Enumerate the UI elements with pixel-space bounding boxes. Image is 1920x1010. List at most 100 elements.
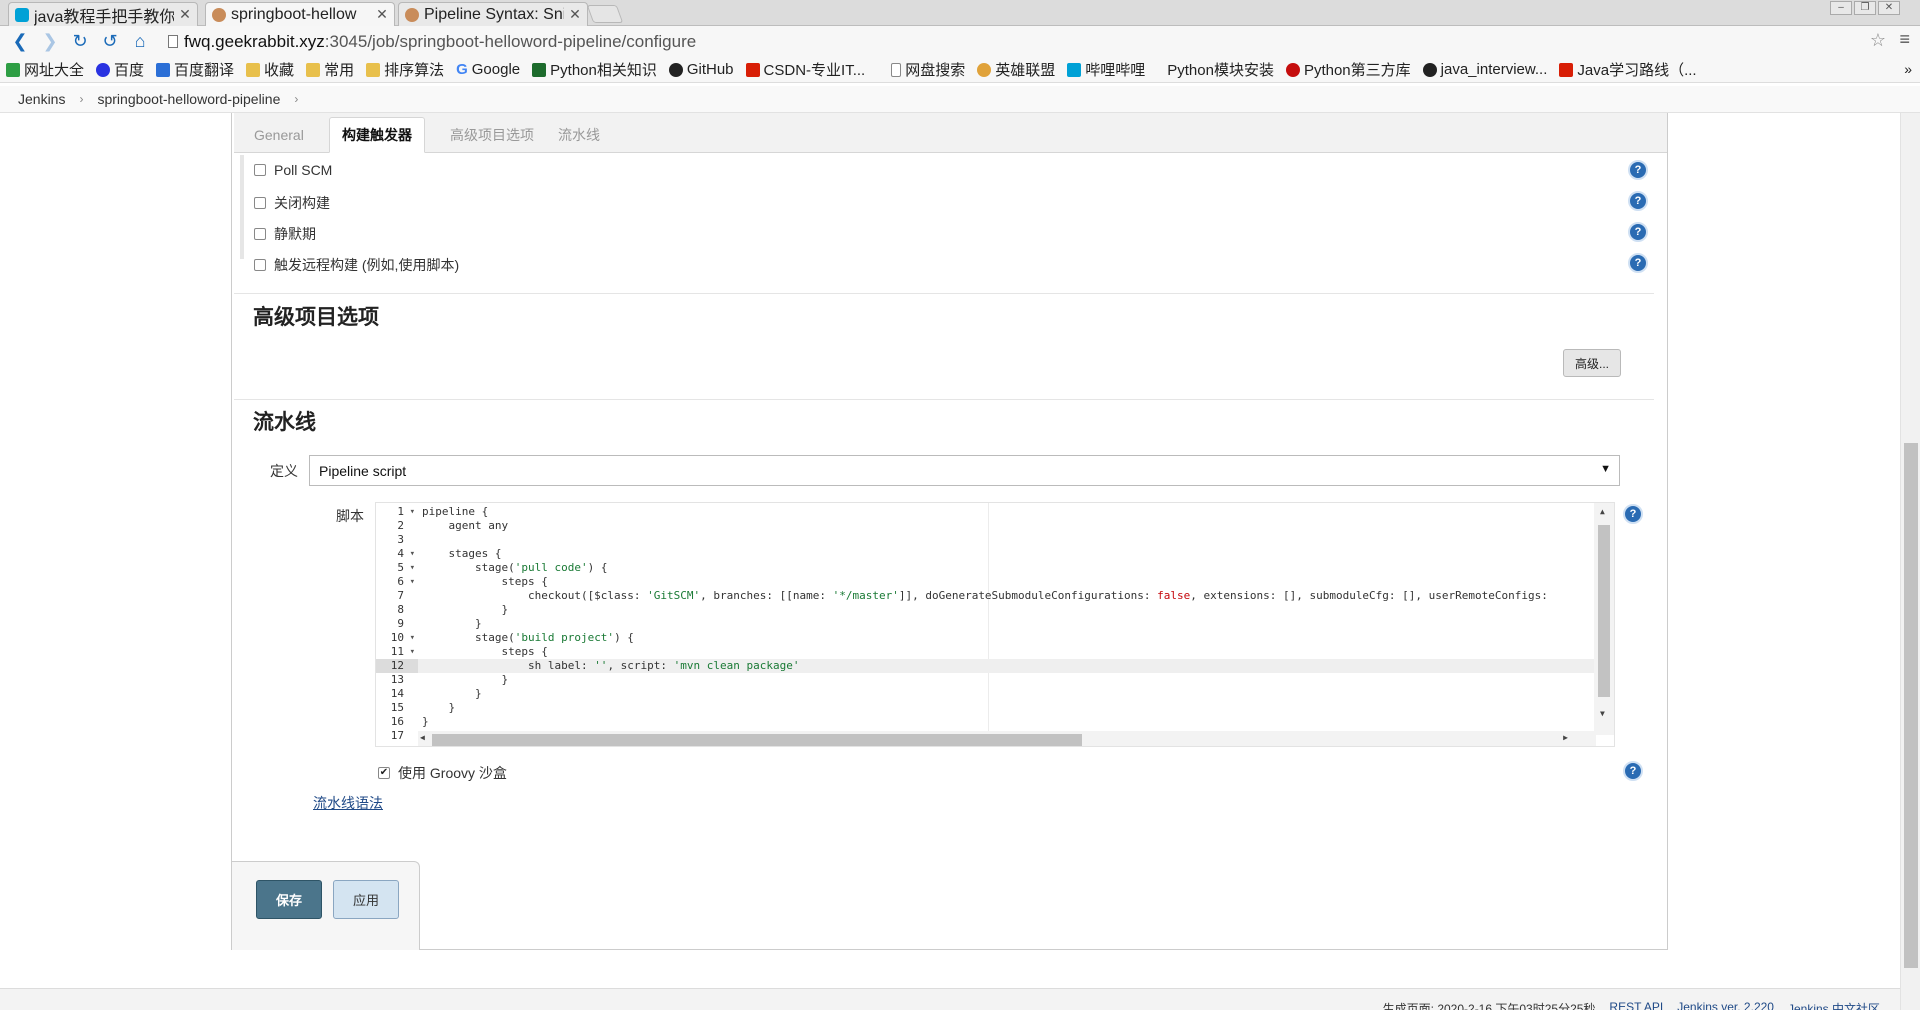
community-link[interactable]: Jenkins 中文社区 <box>1788 1000 1880 1010</box>
tab-build-triggers[interactable]: 构建触发器 <box>329 117 425 153</box>
disable-build-checkbox[interactable] <box>254 197 266 209</box>
page-scrollbar[interactable] <box>1900 113 1920 1010</box>
line-number: 10 <box>376 631 418 645</box>
bookmark-item[interactable]: 网址大全 <box>6 59 84 80</box>
close-tab-icon[interactable]: ✕ <box>569 6 581 23</box>
line-number: 7 <box>397 589 404 602</box>
help-icon[interactable]: ? <box>1628 160 1648 180</box>
bookmark-label: Python模块安装 <box>1167 62 1274 79</box>
scroll-down-arrow-icon[interactable]: ▼ <box>1600 709 1605 718</box>
code-line: } <box>422 687 482 701</box>
help-icon[interactable]: ? <box>1623 761 1643 781</box>
tab-general[interactable]: General <box>242 117 316 153</box>
quiet-period-checkbox[interactable] <box>254 228 266 240</box>
browser-tab-pipeline-syntax[interactable]: Pipeline Syntax: Sni ✕ <box>398 2 588 26</box>
script-editor[interactable]: 1234567891011121314151617 pipeline { age… <box>375 502 1615 747</box>
bookmark-folder[interactable]: 收藏 <box>246 59 294 80</box>
advanced-button[interactable]: 高级... <box>1563 349 1622 377</box>
bookmark-item[interactable]: 哔哩哔哩 <box>1067 59 1145 80</box>
restore-icon[interactable]: ❐ <box>1854 1 1876 15</box>
scroll-left-arrow-icon[interactable]: ◀ <box>420 733 425 742</box>
folder-icon <box>366 62 381 77</box>
help-icon[interactable]: ? <box>1623 504 1643 524</box>
section-divider <box>234 293 1654 294</box>
rest-api-link[interactable]: REST API <box>1609 1000 1663 1010</box>
bookmark-item[interactable]: Python模块安装 <box>1167 59 1274 80</box>
help-icon[interactable]: ? <box>1628 222 1648 242</box>
definition-select[interactable]: Pipeline script ▼ <box>309 455 1620 486</box>
scroll-up-arrow-icon[interactable]: ▲ <box>1600 507 1605 516</box>
close-tab-icon[interactable]: ✕ <box>376 6 388 23</box>
url-field[interactable]: fwq.geekrabbit.xyz:3045/job/springboot-h… <box>168 32 696 52</box>
bookmark-item[interactable]: java_interview... <box>1422 61 1547 78</box>
code-token: } <box>422 701 456 714</box>
close-tab-icon[interactable]: ✕ <box>179 6 191 23</box>
code-token: 'mvn clean package' <box>673 659 800 672</box>
tab-pipeline[interactable]: 流水线 <box>546 117 612 153</box>
page-scroll-thumb[interactable] <box>1904 443 1918 968</box>
code-token: 'pull code' <box>514 561 588 574</box>
url-path: :3045/job/springboot-helloword-pipeline/… <box>324 31 697 51</box>
groovy-sandbox-checkbox[interactable] <box>378 767 390 779</box>
scroll-thumb[interactable] <box>432 734 1082 746</box>
bookmark-label: CSDN-专业IT... <box>763 62 866 79</box>
bookmark-item[interactable]: 百度 <box>96 59 144 80</box>
bookmark-item[interactable]: Python第三方库 <box>1285 59 1411 80</box>
code-token: } <box>422 687 482 700</box>
bookmark-item[interactable]: 英雄联盟 <box>977 59 1055 80</box>
breadcrumb-jenkins[interactable]: Jenkins <box>18 91 75 107</box>
remote-build-checkbox[interactable] <box>254 259 266 271</box>
bookmark-item[interactable]: Java学习路线（... <box>1559 59 1697 80</box>
help-icon[interactable]: ? <box>1628 253 1648 273</box>
line-number: 11 <box>376 645 418 659</box>
save-button[interactable]: 保存 <box>256 880 322 919</box>
bookmark-item[interactable]: G Google <box>456 61 520 78</box>
bookmark-folder[interactable]: 常用 <box>306 59 354 80</box>
reload-icon[interactable]: ↻ <box>70 31 90 52</box>
section-indicator <box>240 155 244 259</box>
tab-advanced-options[interactable]: 高级项目选项 <box>438 117 546 153</box>
browser-menu-icon[interactable]: ≡ <box>1899 29 1910 50</box>
help-icon[interactable]: ? <box>1628 191 1648 211</box>
apply-button[interactable]: 应用 <box>333 880 399 919</box>
bookmark-item[interactable]: 网盘搜索 <box>891 59 965 80</box>
code-token: , branches: [[name: <box>700 589 833 602</box>
browser-tab-java-tutorial[interactable]: java教程手把手教你J ✕ <box>8 2 198 26</box>
bookmark-item[interactable]: Python相关知识 <box>532 59 657 80</box>
translate-icon <box>156 62 171 77</box>
jenkins-version-link[interactable]: Jenkins ver. 2.220 <box>1677 1000 1774 1010</box>
more-bookmarks-icon[interactable]: » <box>1904 61 1912 77</box>
code-token: stage( <box>422 561 515 574</box>
line-number: 17 <box>390 729 404 742</box>
forward-icon[interactable]: ❯ <box>40 31 60 52</box>
editor-vertical-scrollbar[interactable]: ▲ ▼ <box>1594 503 1614 735</box>
scroll-right-arrow-icon[interactable]: ▶ <box>1563 733 1568 742</box>
line-number: 12 <box>376 659 418 673</box>
undo-close-icon[interactable]: ↺ <box>100 31 120 52</box>
close-window-icon[interactable]: ✕ <box>1878 1 1900 15</box>
breadcrumb-job[interactable]: springboot-helloword-pipeline <box>97 91 290 107</box>
browser-tab-springboot[interactable]: springboot-hellow ✕ <box>205 2 395 26</box>
python-lib-icon <box>1285 62 1300 77</box>
pipeline-syntax-link[interactable]: 流水线语法 <box>313 793 383 813</box>
scroll-thumb[interactable] <box>1598 525 1610 697</box>
tab-title: java教程手把手教你J <box>34 8 174 26</box>
poll-scm-checkbox[interactable] <box>254 164 266 176</box>
bookmark-item[interactable]: 百度翻译 <box>156 59 234 80</box>
breadcrumb-arrow-icon[interactable]: › <box>290 92 312 106</box>
code-token: } <box>422 603 509 616</box>
minimize-icon[interactable]: – <box>1830 1 1852 15</box>
bookmark-star-icon[interactable]: ☆ <box>1870 30 1886 51</box>
bookmark-item[interactable]: GitHub <box>668 61 734 78</box>
bookmark-label: 百度 <box>114 62 145 79</box>
trigger-label: Poll SCM <box>274 162 333 178</box>
editor-horizontal-scrollbar[interactable]: ◀ ▶ <box>418 731 1596 746</box>
new-tab-button[interactable] <box>586 5 624 23</box>
code-token: , extensions: [], submoduleCfg: [], user… <box>1190 589 1548 602</box>
home-icon[interactable]: ⌂ <box>130 31 150 52</box>
bookmark-item[interactable]: CSDN-专业IT... <box>745 59 866 80</box>
bookmark-folder[interactable]: 排序算法 <box>366 59 444 80</box>
breadcrumb-arrow-icon[interactable]: › <box>75 92 97 106</box>
code-area[interactable]: pipeline { agent any stages { stage('pul… <box>418 503 1596 735</box>
back-icon[interactable]: ❮ <box>10 31 30 52</box>
